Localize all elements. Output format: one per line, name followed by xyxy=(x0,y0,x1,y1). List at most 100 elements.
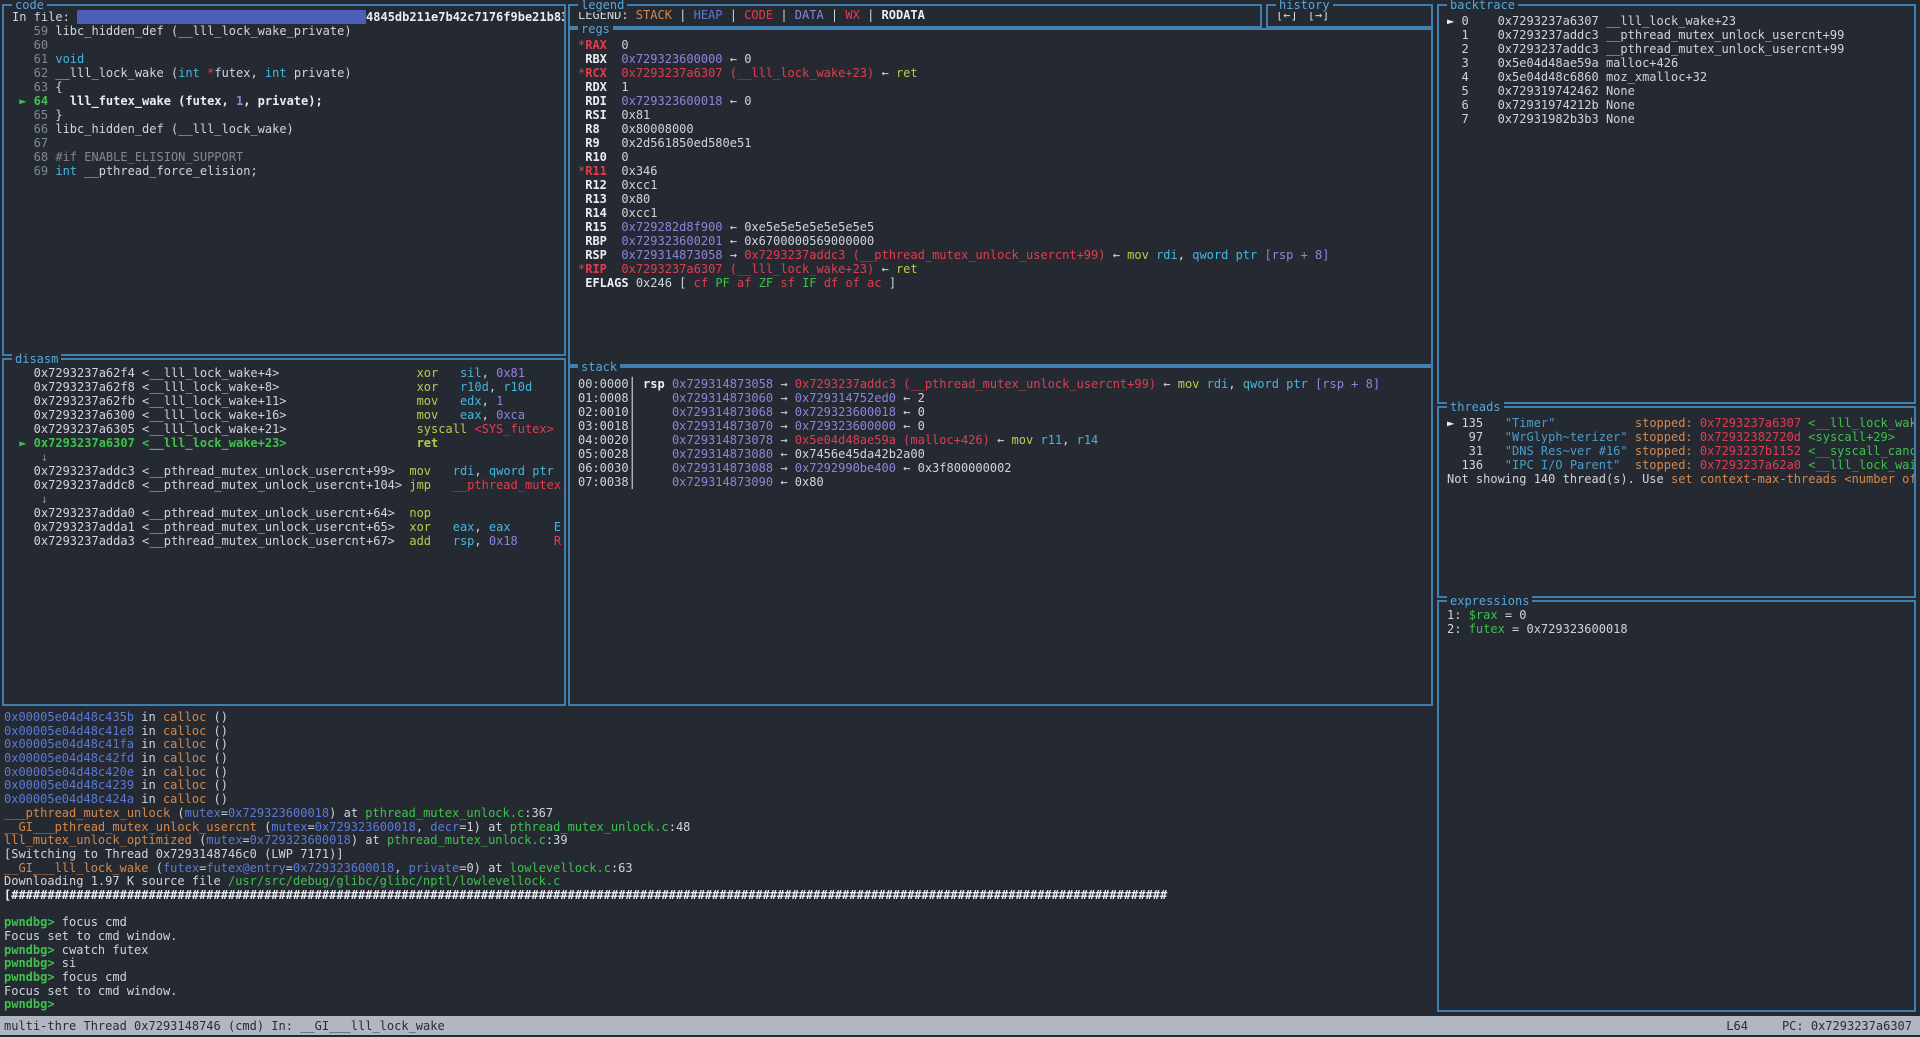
code-panel: code In file: 4845db211e7b42c7176f9be21b… xyxy=(2,4,566,356)
code-line: 62 __lll_lock_wake (int *futex, int priv… xyxy=(12,66,564,80)
stack-row: 04:0020│ 0x729314873078 → 0x5e04d48ae59a… xyxy=(578,433,1431,447)
thread-row: Not showing 140 thread(s). Use set conte… xyxy=(1447,472,1914,486)
registers-panel-title: regs xyxy=(578,22,613,36)
register-row: R9 0x2d561850ed580e51 xyxy=(578,136,1431,150)
register-row: *RCX 0x7293237a6307 (__lll_lock_wake+23)… xyxy=(578,66,1431,80)
console-line: pwndbg> focus cmd xyxy=(4,970,1434,984)
console-line: 0x00005e04d48c4239 in calloc () xyxy=(4,778,1434,792)
disassembly-row: 0x7293237a62f8 <__lll_lock_wake+8> xor r… xyxy=(12,380,564,394)
code-line: 68 #if ENABLE_ELISION_SUPPORT xyxy=(12,150,564,164)
stack-row: 00:0000│ rsp 0x729314873058 → 0x7293237a… xyxy=(578,377,1431,391)
console-line: [#######################################… xyxy=(4,888,1434,902)
register-row: R8 0x80008000 xyxy=(578,122,1431,136)
disassembly-panel-title: disasm xyxy=(12,352,61,366)
backtrace-frame-row: 6 0x72931974212b None xyxy=(1447,98,1914,112)
code-line: 65 } xyxy=(12,108,564,122)
backtrace-frame-row: 2 0x7293237addc3 __pthread_mutex_unlock_… xyxy=(1447,42,1914,56)
backtrace-frame-row: 1 0x7293237addc3 __pthread_mutex_unlock_… xyxy=(1447,28,1914,42)
legend-line: LEGEND: STACK | HEAP | CODE | DATA | WX … xyxy=(570,6,1260,26)
disassembly-row: 0x7293237addc8 <__pthread_mutex_unlock_u… xyxy=(12,478,564,492)
legend-panel-title: legend xyxy=(578,0,627,12)
console-line: 0x00005e04d48c41e8 in calloc () xyxy=(4,724,1434,738)
backtrace-rows: ► 0 0x7293237a6307 __lll_lock_wake+23 1 … xyxy=(1439,6,1914,402)
code-line: 59 libc_hidden_def (__lll_lock_wake_priv… xyxy=(12,24,564,38)
thread-rows: ► 135 "Timer" stopped: 0x7293237a6307 <_… xyxy=(1439,408,1914,596)
register-row: R12 0xcc1 xyxy=(578,178,1431,192)
expressions-panel: expressions 1: $rax = 02: futex = 0x7293… xyxy=(1437,600,1916,1012)
console-line: 0x00005e04d48c424a in calloc () xyxy=(4,792,1434,806)
disassembly-panel: disasm 0x7293237a62f4 <__lll_lock_wake+4… xyxy=(2,358,566,706)
code-lines: In file: 4845db211e7b42c7176f9be21b8301e… xyxy=(4,6,564,354)
stack-rows: 00:0000│ rsp 0x729314873058 → 0x7293237a… xyxy=(570,368,1431,704)
stack-row: 01:0008│ 0x729314873060 → 0x729314752ed0… xyxy=(578,391,1431,405)
register-row: *RIP 0x7293237a6307 (__lll_lock_wake+23)… xyxy=(578,262,1431,276)
stack-panel: stack 00:0000│ rsp 0x729314873058 → 0x72… xyxy=(568,366,1433,706)
status-pc: PC: 0x7293237a6307 xyxy=(1782,1019,1912,1033)
backtrace-frame-row: 3 0x5e04d48ae59a malloc+426 xyxy=(1447,56,1914,70)
code-line: 63 { xyxy=(12,80,564,94)
disassembly-row: 0x7293237a6300 <__lll_lock_wake+16> mov … xyxy=(12,408,564,422)
legend-entries: LEGEND: STACK | HEAP | CODE | DATA | WX … xyxy=(578,8,1260,22)
disassembly-row: 0x7293237adda1 <__pthread_mutex_unlock_u… xyxy=(12,520,564,534)
console-line: Downloading 1.97 K source file /usr/src/… xyxy=(4,874,1434,888)
register-row: EFLAGS 0x246 [ cf PF af ZF sf IF df of a… xyxy=(578,276,1431,290)
thread-row: 31 "DNS Res~ver #16" stopped: 0x7293237b… xyxy=(1447,444,1914,458)
code-line: 69 int __pthread_force_elision; xyxy=(12,164,564,178)
register-row: RBP 0x729323600201 ← 0x6700000569000000 xyxy=(578,234,1431,248)
console-line: pwndbg> xyxy=(4,997,1434,1011)
backtrace-frame-row: 7 0x72931982b3b3 None xyxy=(1447,112,1914,126)
history-panel: history [←][→] xyxy=(1266,4,1433,28)
register-row: RSI 0x81 xyxy=(578,108,1431,122)
stack-row: 06:0030│ 0x729314873088 → 0x7292990be400… xyxy=(578,461,1431,475)
disassembly-rows: 0x7293237a62f4 <__lll_lock_wake+4> xor s… xyxy=(4,360,564,704)
disassembly-row: 0x7293237a62f4 <__lll_lock_wake+4> xor s… xyxy=(12,366,564,380)
disassembly-row: 0x7293237a6305 <__lll_lock_wake+21> sysc… xyxy=(12,422,564,436)
register-row: *RAX 0 xyxy=(578,38,1431,52)
stack-row: 03:0018│ 0x729314873070 → 0x729323600000… xyxy=(578,419,1431,433)
registers-panel: regs *RAX 0 RBX 0x729323600000 ← 0*RCX 0… xyxy=(568,28,1433,366)
console-line: __GI___lll_lock_wake (futex=futex@entry=… xyxy=(4,861,1434,875)
disassembly-row: ↓ xyxy=(12,450,564,464)
thread-row: 97 "WrGlyph~terizer" stopped: 0x72932382… xyxy=(1447,430,1914,444)
expression-rows: 1: $rax = 02: futex = 0x729323600018 xyxy=(1439,602,1914,1010)
console-line xyxy=(4,902,1434,916)
status-thread-info: multi-thre Thread 0x7293148746 (cmd) In:… xyxy=(4,1019,445,1033)
backtrace-frame-row: ► 0 0x7293237a6307 __lll_lock_wake+23 xyxy=(1447,14,1914,28)
register-row: *R11 0x346 xyxy=(578,164,1431,178)
stack-row: 02:0010│ 0x729314873068 → 0x729323600018… xyxy=(578,405,1431,419)
disassembly-row: ↓ xyxy=(12,492,564,506)
threads-panel-title: threads xyxy=(1447,400,1504,414)
register-row: R13 0x80 xyxy=(578,192,1431,206)
backtrace-frame-row: 5 0x729319742462 None xyxy=(1447,84,1914,98)
console-line: pwndbg> si xyxy=(4,956,1434,970)
console-line: 0x00005e04d48c435b in calloc () xyxy=(4,710,1434,724)
command-console[interactable]: 0x00005e04d48c435b in calloc ()0x00005e0… xyxy=(4,710,1434,1014)
console-line: pwndbg> focus cmd xyxy=(4,915,1434,929)
history-panel-title: history xyxy=(1276,0,1333,12)
backtrace-frame-row: 4 0x5e04d48c6860 moz_xmalloc+32 xyxy=(1447,70,1914,84)
register-rows: *RAX 0 RBX 0x729323600000 ← 0*RCX 0x7293… xyxy=(570,30,1431,364)
status-bar: multi-thre Thread 0x7293148746 (cmd) In:… xyxy=(0,1016,1920,1035)
status-line-indicator: L64 xyxy=(1726,1019,1748,1033)
code-line: 61 void xyxy=(12,52,564,66)
console-line: 0x00005e04d48c41fa in calloc () xyxy=(4,737,1434,751)
console-line: 0x00005e04d48c420e in calloc () xyxy=(4,765,1434,779)
legend-panel: legend LEGEND: STACK | HEAP | CODE | DAT… xyxy=(568,4,1262,28)
backtrace-panel-title: backtrace xyxy=(1447,0,1518,12)
expressions-panel-title: expressions xyxy=(1447,594,1532,608)
expression-row: 2: futex = 0x729323600018 xyxy=(1447,622,1914,636)
console-line: [Switching to Thread 0x7293148746c0 (LWP… xyxy=(4,847,1434,861)
threads-panel: threads ► 135 "Timer" stopped: 0x7293237… xyxy=(1437,406,1916,598)
disassembly-row: ► 0x7293237a6307 <__lll_lock_wake+23> re… xyxy=(12,436,564,450)
code-line: In file: 4845db211e7b42c7176f9be21b8301e… xyxy=(12,10,564,24)
console-line: 0x00005e04d48c42fd in calloc () xyxy=(4,751,1434,765)
code-line: 67 xyxy=(12,136,564,150)
console-line: Focus set to cmd window. xyxy=(4,929,1434,943)
code-panel-title: code xyxy=(12,0,47,12)
disassembly-row: 0x7293237adda3 <__pthread_mutex_unlock_u… xyxy=(12,534,564,548)
register-row: R10 0 xyxy=(578,150,1431,164)
thread-row: 136 "IPC I/O Parent" stopped: 0x7293237a… xyxy=(1447,458,1914,472)
console-line: pwndbg> cwatch futex xyxy=(4,943,1434,957)
console-line: __GI___pthread_mutex_unlock_usercnt (mut… xyxy=(4,820,1434,834)
thread-row: ► 135 "Timer" stopped: 0x7293237a6307 <_… xyxy=(1447,416,1914,430)
